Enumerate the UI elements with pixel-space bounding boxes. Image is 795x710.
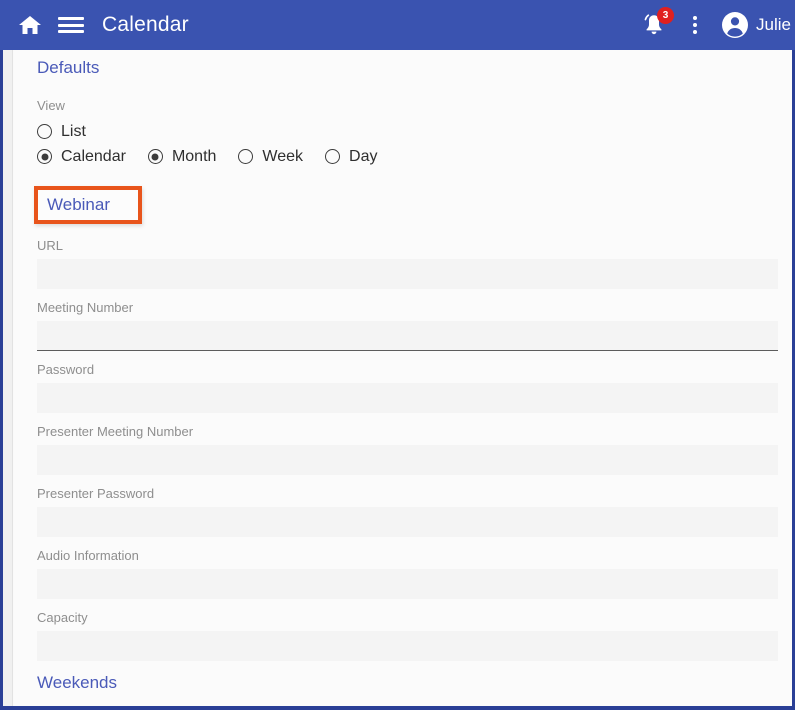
- radio-label-month: Month: [171, 147, 217, 165]
- field-meeting-number: Meeting Number: [37, 300, 778, 351]
- view-radio-rows: List Calendar Month Week Day: [37, 119, 778, 169]
- field-password: Password: [37, 362, 778, 413]
- appbar-right-group: 3 Julie: [639, 0, 795, 50]
- input-meeting-number[interactable]: [37, 321, 778, 351]
- page-title: Calendar: [102, 13, 189, 36]
- radio-indicator-day[interactable]: [325, 149, 341, 164]
- view-setting-group: View List Calendar Month Week Day: [37, 98, 778, 169]
- label-presenter-meeting-number: Presenter Meeting Number: [37, 424, 194, 439]
- input-audio-information[interactable]: [37, 569, 778, 599]
- left-rail: [3, 48, 13, 706]
- field-presenter-password: Presenter Password: [37, 486, 778, 537]
- view-label: View: [37, 98, 65, 113]
- radio-option-month[interactable]: Month: [147, 147, 217, 166]
- label-presenter-password: Presenter Password: [37, 486, 155, 501]
- webinar-section-highlight: Webinar: [34, 186, 142, 224]
- radio-indicator-list[interactable]: [37, 124, 52, 139]
- hamburger-menu-icon[interactable]: [58, 15, 84, 35]
- field-capacity: Capacity: [37, 610, 778, 661]
- field-url: URL: [37, 238, 778, 289]
- radio-option-calendar[interactable]: Calendar: [37, 148, 126, 166]
- radio-label-week: Week: [262, 147, 304, 165]
- radio-option-day[interactable]: Day: [325, 148, 377, 166]
- radio-indicator-week[interactable]: [238, 149, 254, 164]
- app-header-bar: Calendar 3 Julie: [0, 0, 795, 50]
- webinar-form: URL Meeting Number Password Presenter Me…: [37, 238, 778, 661]
- view-radio-row-1: List: [37, 119, 778, 144]
- user-avatar-icon: [722, 12, 749, 38]
- label-meeting-number: Meeting Number: [37, 300, 134, 315]
- input-url[interactable]: [37, 259, 778, 289]
- kebab-menu-icon[interactable]: [685, 12, 705, 38]
- label-audio-information: Audio Information: [37, 548, 139, 563]
- view-radio-row-2: Calendar Month Week Day: [37, 144, 778, 169]
- label-password: Password: [37, 362, 95, 377]
- webinar-section-heading: Webinar: [47, 195, 110, 214]
- calendar-settings-screen: Calendar 3 Julie Defaults View List Cale…: [0, 0, 795, 710]
- user-name-label: Julie: [756, 15, 791, 34]
- weekends-section-heading: Weekends: [37, 673, 118, 692]
- input-password[interactable]: [37, 383, 778, 413]
- radio-indicator-calendar[interactable]: [37, 149, 52, 164]
- label-url: URL: [37, 238, 64, 253]
- input-capacity[interactable]: [37, 631, 778, 661]
- home-icon[interactable]: [18, 14, 42, 36]
- input-presenter-password[interactable]: [37, 507, 778, 537]
- radio-label-calendar: Calendar: [61, 147, 126, 165]
- field-presenter-meeting-number: Presenter Meeting Number: [37, 424, 778, 475]
- page-frame: Defaults View List Calendar Month Week D…: [0, 48, 795, 710]
- input-presenter-meeting-number[interactable]: [37, 445, 778, 475]
- radio-label-day: Day: [349, 147, 378, 165]
- notifications-button[interactable]: 3: [639, 7, 675, 40]
- user-account-button[interactable]: Julie: [721, 11, 791, 39]
- radio-indicator-month[interactable]: [147, 149, 163, 164]
- radio-option-week[interactable]: Week: [238, 148, 303, 166]
- radio-label-list: List: [61, 122, 86, 140]
- field-audio-information: Audio Information: [37, 548, 778, 599]
- label-capacity: Capacity: [37, 610, 88, 625]
- settings-content: Defaults View List Calendar Month Week D…: [14, 48, 792, 706]
- defaults-section-heading: Defaults: [37, 58, 100, 77]
- notification-count-badge: 3: [657, 7, 675, 24]
- appbar-left-group: Calendar: [0, 13, 189, 37]
- radio-option-list[interactable]: List: [37, 123, 86, 141]
